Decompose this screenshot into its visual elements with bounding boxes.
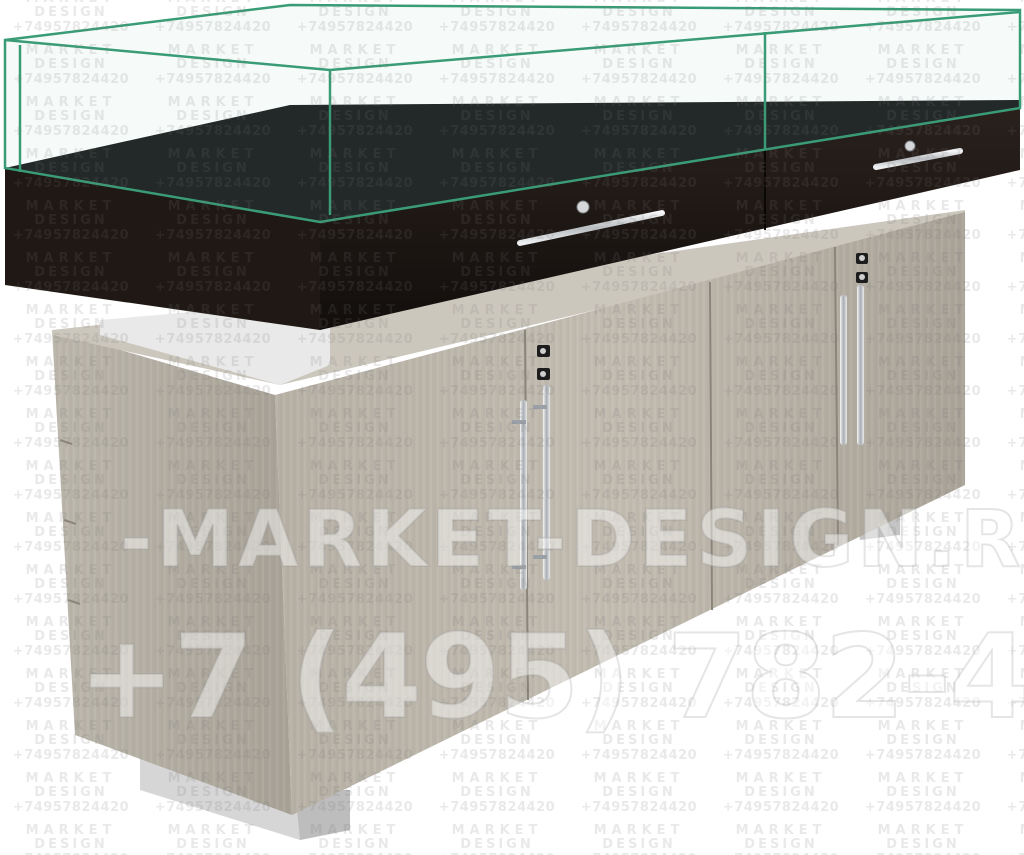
door-handle-right-a <box>840 295 847 445</box>
display-cabinet-render <box>3 3 1022 840</box>
door-handle-right-b <box>857 285 864 445</box>
product-image: MARKETDESIGN+74957824420MARKETDESIGN+749… <box>0 0 1024 855</box>
